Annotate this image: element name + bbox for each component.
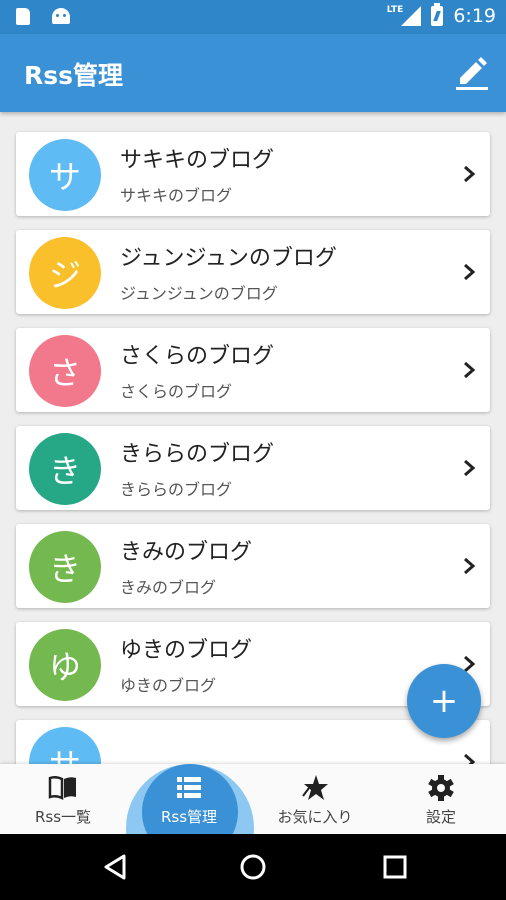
chevron-right-icon	[464, 263, 476, 281]
recents-icon[interactable]	[380, 852, 410, 882]
avatar: ゆ	[29, 629, 101, 701]
feed-title: ゆきのブログ	[120, 638, 253, 663]
tab-favorites[interactable]: お気に入り	[252, 764, 378, 834]
avatar: ジ	[29, 237, 101, 309]
chevron-right-icon	[464, 753, 476, 764]
chevron-right-icon	[464, 557, 476, 575]
feed-card[interactable]: サ サキキのブログ サキキのブログ	[16, 132, 490, 216]
avatar: き	[29, 531, 101, 603]
feed-subtitle: きららのブログ	[120, 480, 233, 499]
feed-subtitle: ジュンジュンのブログ	[120, 284, 278, 303]
feed-card[interactable]: き きららのブログ きららのブログ	[16, 426, 490, 510]
system-nav-bar	[0, 834, 506, 900]
clock: 6:19	[453, 5, 496, 27]
feed-subtitle: サキキのブログ	[120, 186, 233, 205]
book-icon	[48, 775, 76, 801]
feed-title: ジュンジュンのブログ	[120, 246, 337, 271]
chevron-right-icon	[464, 165, 476, 183]
status-bar: LTE 6:19	[0, 0, 506, 34]
feed-subtitle: さくらのブログ	[120, 382, 233, 401]
avatar: き	[29, 433, 101, 505]
feed-title: きららのブログ	[120, 442, 275, 467]
feed-card[interactable]: き きみのブログ きみのブログ	[16, 524, 490, 608]
tab-label: Rss一覧	[34, 808, 92, 826]
page-title: Rss管理	[24, 61, 124, 90]
bottom-nav: Rss一覧 Rss管理 お気に入り 設定	[0, 764, 506, 834]
list-icon	[177, 777, 201, 798]
tab-label: Rss管理	[160, 808, 218, 826]
home-icon[interactable]	[238, 852, 268, 882]
add-feed-button[interactable]: +	[407, 664, 481, 738]
back-icon[interactable]	[100, 852, 130, 882]
avatar: サ	[29, 727, 101, 764]
app-bar: Rss管理	[0, 34, 506, 112]
tab-rss-manage[interactable]: Rss管理	[126, 764, 252, 834]
edit-icon[interactable]	[454, 54, 490, 90]
avatar: さ	[29, 335, 101, 407]
chevron-right-icon	[464, 361, 476, 379]
android-icon	[52, 8, 70, 24]
feed-title: サキキのブログ	[120, 148, 275, 173]
battery-icon	[431, 3, 444, 26]
signal-icon	[401, 6, 422, 26]
tab-rss-list[interactable]: Rss一覧	[0, 764, 126, 834]
tab-label: 設定	[425, 808, 456, 826]
plus-icon: +	[429, 681, 459, 721]
feed-title: きみのブログ	[120, 540, 253, 565]
feed-subtitle: きみのブログ	[120, 578, 217, 597]
feed-title: さくらのブログ	[120, 344, 275, 369]
feed-card[interactable]: ジ ジュンジュンのブログ ジュンジュンのブログ	[16, 230, 490, 314]
avatar: サ	[29, 139, 101, 211]
chevron-right-icon	[464, 459, 476, 477]
sd-card-icon	[16, 8, 30, 25]
feed-card[interactable]: さ さくらのブログ さくらのブログ	[16, 328, 490, 412]
feed-subtitle: ゆきのブログ	[120, 676, 217, 695]
network-type: LTE	[386, 5, 404, 15]
star-icon	[302, 775, 328, 800]
tab-settings[interactable]: 設定	[378, 764, 504, 834]
gear-icon	[428, 775, 454, 801]
tab-label: お気に入り	[277, 808, 353, 826]
